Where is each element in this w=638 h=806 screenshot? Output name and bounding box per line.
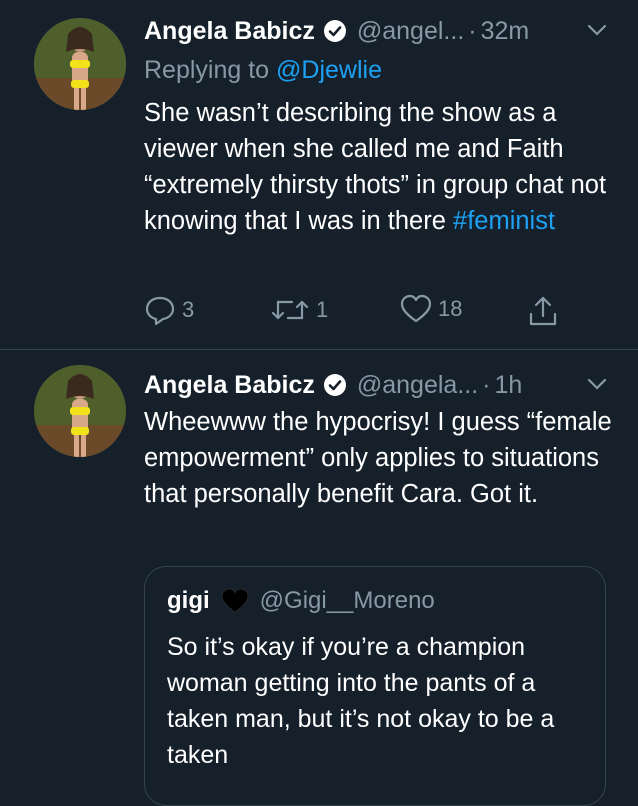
quoted-tweet-header: gigi @Gigi__Moreno bbox=[167, 587, 435, 615]
retweet-icon bbox=[271, 300, 309, 320]
author-handle[interactable]: @angel... bbox=[357, 17, 464, 46]
verified-icon bbox=[323, 20, 346, 42]
like-button[interactable]: 18 bbox=[400, 294, 462, 324]
separator: · bbox=[482, 370, 491, 399]
avatar-image bbox=[34, 365, 126, 457]
hashtag-link[interactable]: #feminist bbox=[453, 207, 555, 235]
chevron-down-icon[interactable] bbox=[586, 376, 608, 392]
retweet-button[interactable]: 1 bbox=[270, 294, 328, 326]
chevron-down-icon[interactable] bbox=[586, 22, 608, 38]
author-handle[interactable]: @angela... bbox=[357, 371, 478, 400]
tweet-actions: 3 1 18 bbox=[144, 294, 584, 330]
tweet-header: Angela Babicz @angela... · 1h bbox=[144, 368, 618, 402]
quoted-author-name: gigi bbox=[167, 587, 210, 614]
separator: · bbox=[468, 16, 477, 45]
avatar[interactable] bbox=[34, 18, 126, 110]
like-count: 18 bbox=[438, 296, 463, 321]
tweet-text: She wasn’t describing the show as a view… bbox=[144, 95, 614, 239]
tweet-divider bbox=[0, 349, 638, 350]
avatar-image bbox=[34, 18, 126, 110]
share-button[interactable] bbox=[526, 294, 560, 328]
reply-count: 3 bbox=[182, 297, 195, 322]
timestamp[interactable]: 1h bbox=[495, 371, 523, 400]
replying-mention-link[interactable]: @Djewlie bbox=[276, 56, 382, 84]
author-name[interactable]: Angela Babicz bbox=[144, 17, 315, 46]
quoted-tweet-text: So it’s okay if you’re a champion woman … bbox=[167, 633, 555, 769]
quoted-tweet[interactable]: gigi @Gigi__Moreno So it’s okay if you’r… bbox=[144, 566, 606, 806]
black-heart-icon bbox=[221, 588, 249, 613]
timestamp[interactable]: 32m bbox=[481, 17, 530, 46]
tweet-2[interactable]: Angela Babicz @angela... · 1h Wheewww th… bbox=[0, 351, 638, 806]
tweet-text: Wheewww the hypocrisy! I guess “female e… bbox=[144, 408, 612, 508]
reply-button[interactable]: 3 bbox=[144, 294, 194, 326]
retweet-count: 1 bbox=[316, 297, 329, 322]
tweet-1[interactable]: Angela Babicz @angel... · 32m Replying t… bbox=[0, 0, 638, 350]
avatar[interactable] bbox=[34, 365, 126, 457]
author-name[interactable]: Angela Babicz bbox=[144, 371, 315, 400]
reply-icon bbox=[145, 296, 175, 326]
quoted-author-handle: @Gigi__Moreno bbox=[259, 587, 435, 614]
tweet-header: Angela Babicz @angel... · 32m bbox=[144, 14, 618, 48]
verified-icon bbox=[323, 374, 346, 396]
share-icon bbox=[529, 296, 557, 326]
like-icon bbox=[400, 294, 432, 323]
replying-prefix: Replying to bbox=[144, 56, 270, 84]
replying-to: Replying to @Djewlie bbox=[144, 56, 382, 85]
